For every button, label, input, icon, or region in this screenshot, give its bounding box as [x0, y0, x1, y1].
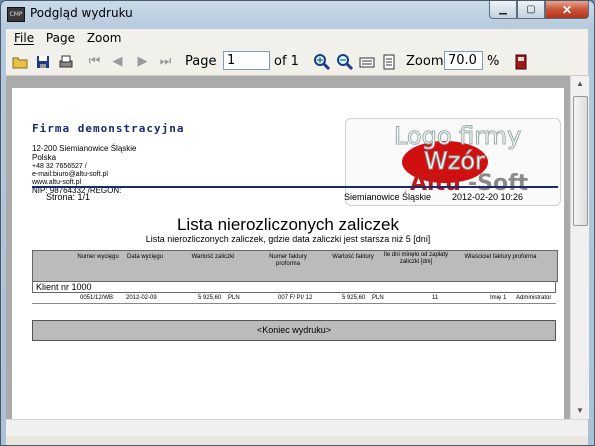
maximize-icon: ▢: [526, 4, 536, 15]
preview-area[interactable]: Firma demonstracyjna 12-200 Siemianowice…: [6, 76, 570, 419]
report-subtitle: Lista nierozliczonych zaliczek, gdzie da…: [145, 234, 431, 244]
vertical-scroll-thumb[interactable]: [573, 96, 588, 226]
report-page: Firma demonstracyjna 12-200 Siemianowice…: [12, 88, 564, 419]
maximize-button[interactable]: ▢: [517, 1, 545, 19]
minimize-button[interactable]: ▁: [489, 1, 517, 19]
menu-file[interactable]: File: [14, 31, 34, 45]
header-divider: [32, 186, 558, 188]
column-header: Ile dni minęło od zapłaty zaliczki [dni]: [383, 252, 449, 265]
open-folder-button[interactable]: [11, 53, 28, 70]
zoom-label: Zoom: [406, 54, 444, 69]
cell-invoice-value: 5 925,60: [342, 295, 366, 301]
zoom-percent-label: %: [487, 54, 500, 69]
address-postal-city: 12-200 Siemianowice Śląskie: [32, 144, 137, 153]
column-header: Numer wycięgu: [77, 254, 119, 260]
exit-button[interactable]: [512, 53, 529, 70]
column-header: Wartość faktury: [332, 254, 374, 260]
cell-days: 11: [432, 295, 439, 301]
menu-page[interactable]: Page: [46, 31, 75, 45]
column-header: Wartość zaliczki: [191, 254, 235, 260]
page-width-button[interactable]: [358, 53, 375, 70]
close-icon: ✕: [561, 2, 573, 17]
zoom-out-button[interactable]: [336, 53, 353, 70]
page-info: Strona: 1/1: [46, 192, 91, 202]
toolbar: ⏮ ◀ ▶ ⏭ Page 1 of 1 Zoom 70.0 %: [6, 48, 588, 76]
column-header: Właściciel faktury proforma: [464, 254, 537, 260]
page-number-input[interactable]: 1: [223, 51, 270, 70]
window-controls: ▁ ▢ ✕: [489, 1, 589, 19]
column-header: Numer faktury proforma: [269, 254, 307, 267]
cell-proforma: 007 F/ PI/ 12: [278, 295, 313, 301]
app-icon: CMP: [7, 7, 25, 22]
last-page-button[interactable]: ⏭: [157, 53, 174, 70]
previous-page-icon: ◀: [112, 54, 123, 69]
title-bar[interactable]: CMP Podgląd wydruku ▁ ▢ ✕: [1, 1, 594, 29]
zoom-out-icon: [336, 53, 353, 70]
print-button[interactable]: [57, 53, 74, 70]
cell-date: 2012-02-09: [126, 295, 157, 301]
close-button[interactable]: ✕: [545, 1, 589, 19]
page-label: Page: [185, 54, 217, 69]
whole-page-button[interactable]: [380, 53, 397, 70]
exit-door-icon: [515, 54, 526, 69]
scroll-down-arrow-icon[interactable]: ▼: [571, 403, 589, 419]
logo-text-line1: Logo firmy: [393, 122, 522, 151]
first-page-icon: ⏮: [88, 54, 101, 69]
cell-currency: PLN: [228, 295, 240, 301]
menu-bar: File Page Zoom: [6, 29, 588, 49]
end-of-report: <Koniec wydruku>: [32, 320, 556, 341]
cell-amount: 5 925,60: [198, 295, 222, 301]
minimize-icon: ▁: [499, 4, 507, 15]
printer-icon: [59, 55, 72, 67]
horizontal-scrollbar[interactable]: [6, 419, 588, 437]
first-page-button[interactable]: ⏮: [86, 53, 103, 70]
table-row: 0051/12/WB 2012-02-09 5 925,60 PLN 007 F…: [32, 294, 556, 304]
zoom-in-icon: [313, 53, 330, 70]
previous-page-button[interactable]: ◀: [109, 53, 126, 70]
table-header: Numer wycięgu Data wycięgu Wartość zalic…: [32, 250, 558, 282]
cell-currency: PLN: [372, 295, 384, 301]
group-header-client: Klient nr 1000: [32, 281, 556, 293]
menu-zoom[interactable]: Zoom: [87, 31, 122, 45]
whole-page-icon: [383, 54, 394, 69]
status-bar: [6, 436, 588, 445]
next-page-button[interactable]: ▶: [134, 53, 151, 70]
cell-owner-last: Administrator: [516, 295, 552, 301]
report-datetime: 2012-02-20 10:26: [452, 192, 524, 202]
scroll-up-arrow-icon[interactable]: ▲: [571, 76, 589, 92]
save-icon: [36, 55, 49, 68]
cell-number: 0051/12/WB: [80, 295, 114, 301]
cell-owner-first: Imię 1: [490, 295, 507, 301]
report-place: Siemianowice Śląskie: [344, 192, 432, 202]
page-count-label: of 1: [274, 54, 299, 69]
page-width-icon: [359, 57, 374, 67]
print-preview-window: CMP Podgląd wydruku ▁ ▢ ✕ File Page Zoom…: [0, 0, 595, 446]
next-page-icon: ▶: [137, 54, 148, 69]
zoom-input[interactable]: 70.0: [444, 51, 483, 70]
last-page-icon: ⏭: [159, 54, 172, 69]
open-folder-icon: [12, 57, 27, 68]
address-country: Polska: [32, 153, 57, 162]
vertical-scrollbar[interactable]: ▲ ▼: [570, 76, 589, 419]
window-title: Podgląd wydruku: [30, 6, 133, 20]
save-button[interactable]: [34, 53, 51, 70]
zoom-in-button[interactable]: [313, 53, 330, 70]
column-header: Data wycięgu: [126, 254, 164, 260]
report-title: Lista nierozliczonych zaliczek: [176, 215, 400, 234]
firm-name: Firma demonstracyjna: [32, 122, 185, 135]
